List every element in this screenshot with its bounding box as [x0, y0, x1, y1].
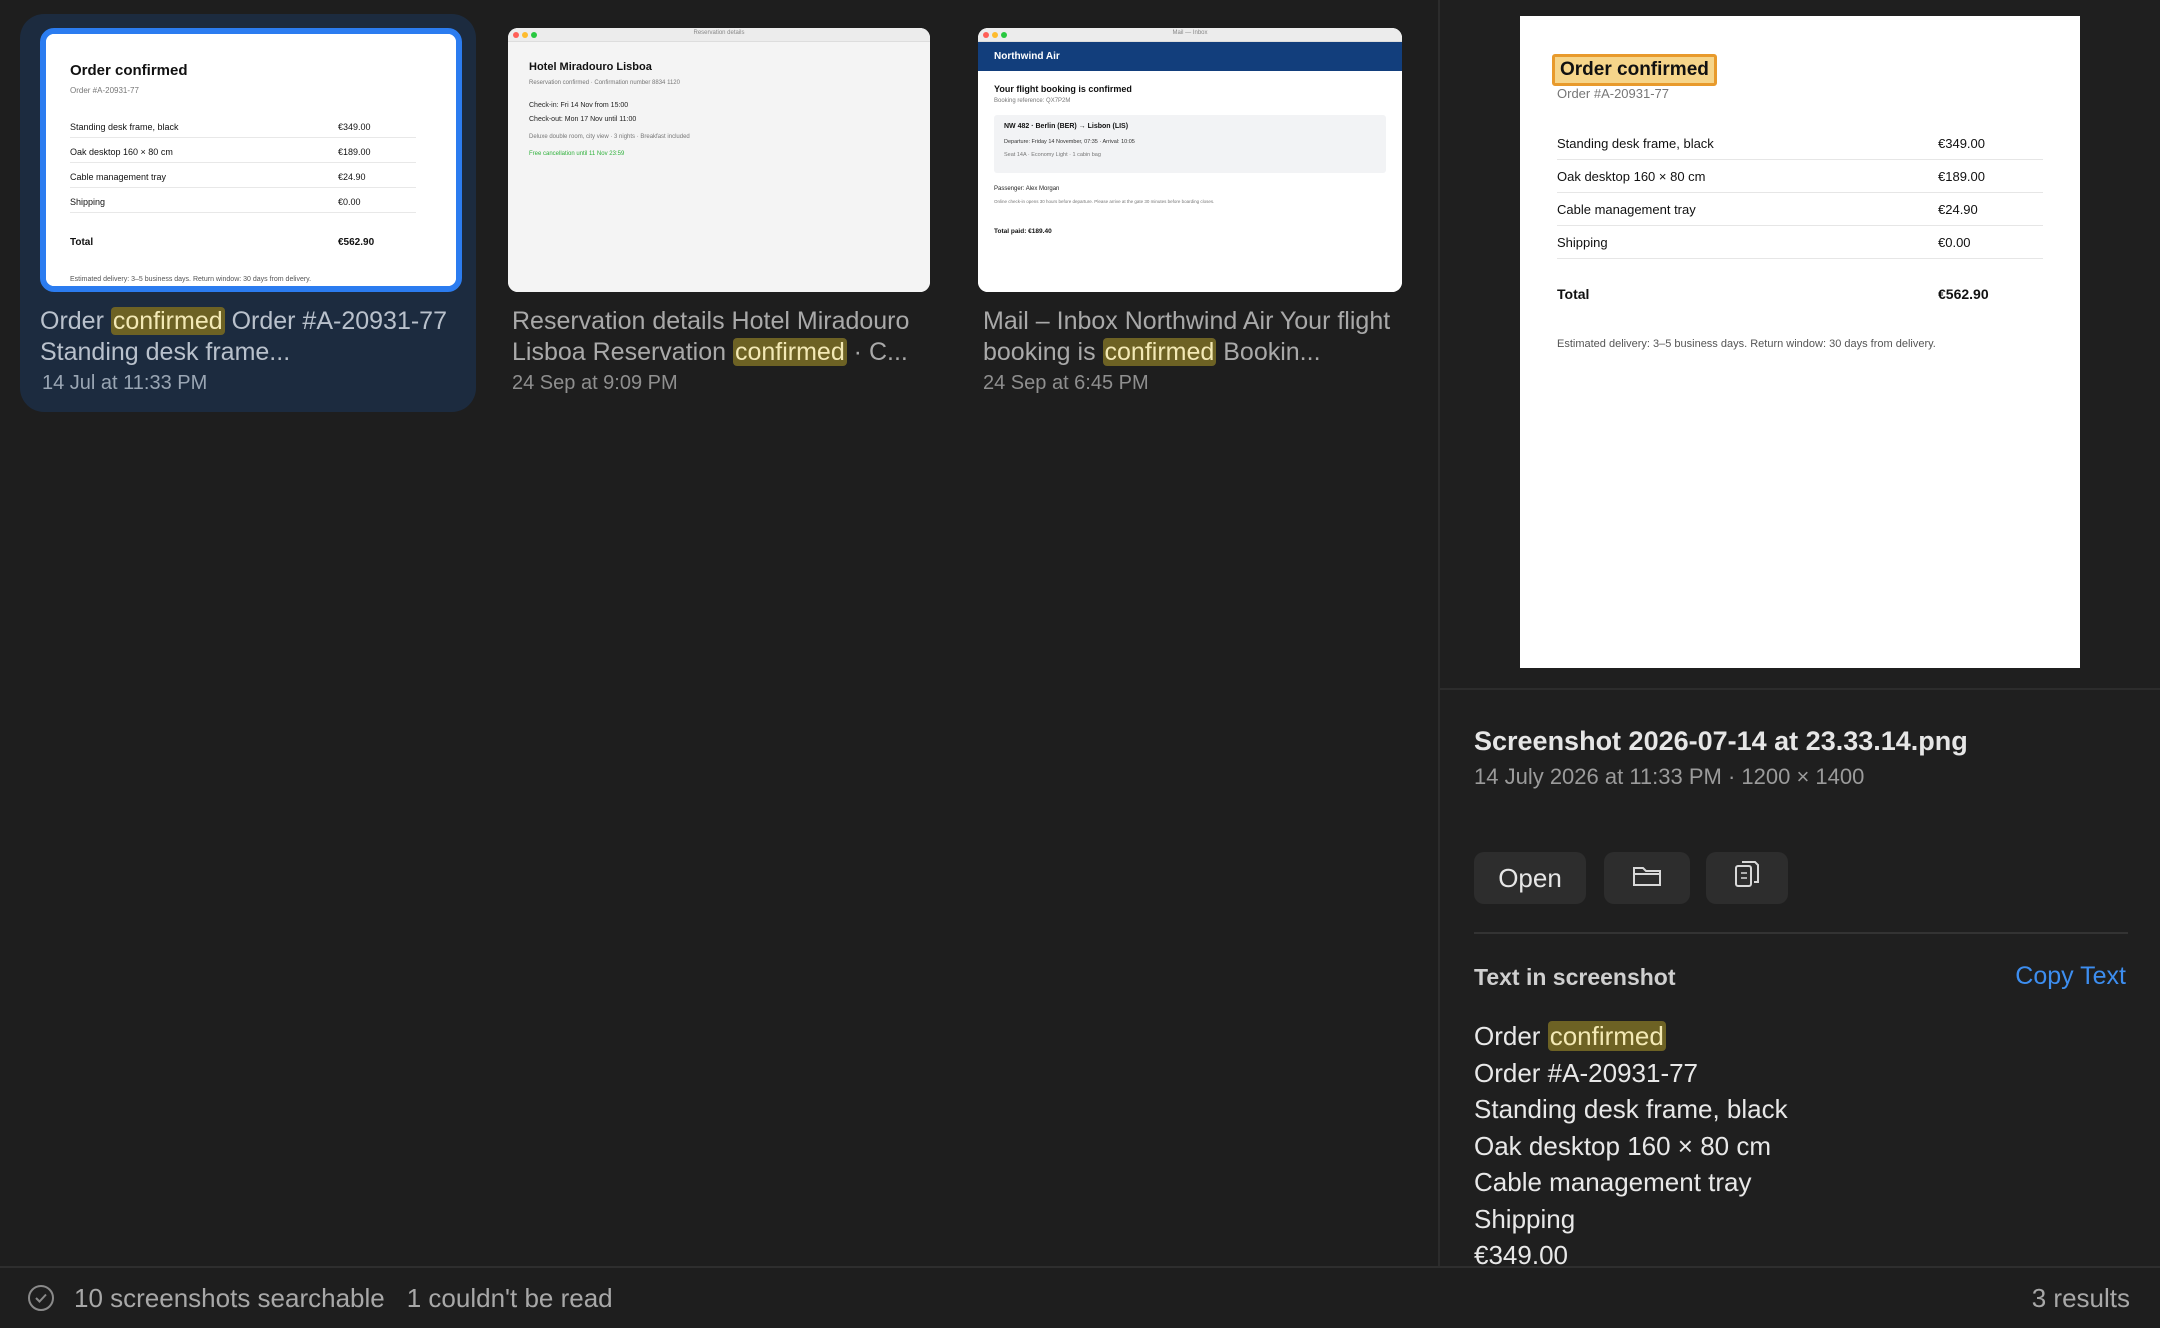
card-title: Order confirmed Order #A-20931-77 Standi… [40, 307, 447, 366]
preview-heading-highlight: Order confirmed [1552, 54, 1717, 86]
mini-checkin-note: Online check-in opens 30 hours before de… [994, 199, 1215, 204]
card-date: 24 Sep at 6:45 PM [983, 372, 1149, 394]
preview-row: Cable management tray €24.90 [1557, 202, 2043, 226]
mini-note: Estimated delivery: 3–5 business days. R… [70, 276, 312, 283]
mini-total: Total €562.90 [70, 237, 375, 248]
text-line: Standing desk frame, black [1474, 1094, 1788, 1124]
mini-heading: Order confirmed [70, 62, 188, 79]
text-line: Order confirmed [1474, 1021, 1666, 1051]
file-details: 14 July 2026 at 11:33 PM · 1200 × 1400 [1474, 764, 1865, 789]
thumbnail-order[interactable]: Order confirmed Order #A-20931-77 Standi… [40, 28, 462, 292]
recognized-text[interactable]: Order confirmed Order #A-20931-77 Standi… [1474, 1018, 1788, 1266]
text-line: Order #A-20931-77 [1474, 1057, 1699, 1088]
thumbnail-hotel[interactable]: Reservation details Hotel Miradouro Lisb… [508, 28, 930, 292]
screenshot-search-app: Order confirmed Order #A-20931-77 Standi… [0, 0, 2160, 1328]
results-count: 3 results [2031, 1282, 2130, 1313]
thumbnail-flight[interactable]: Mail — Inbox Northwind Air Your flight b… [978, 28, 1402, 292]
screenshot-preview[interactable]: Order confirmed Order #A-20931-77 Standi… [1520, 16, 2080, 668]
card-date: 24 Sep at 9:09 PM [512, 372, 678, 394]
copy-text-link[interactable]: Copy Text [2015, 962, 2126, 991]
copy-icon [1733, 859, 1761, 898]
mini-heading: Hotel Miradouro Lisboa [529, 61, 652, 73]
mini-subline: Reservation confirmed · Confirmation num… [529, 80, 680, 86]
preview-order-no: Order #A-20931-77 [1557, 86, 1670, 101]
mini-checkout: Check-out: Mon 17 Nov until 11:00 [529, 116, 637, 123]
mini-row: Shipping €0.00 [70, 197, 416, 213]
mini-heading: Your flight booking is confirmed [994, 84, 1132, 94]
mini-order-no: Order #A-20931-77 [70, 86, 139, 95]
mini-row: Standing desk frame, black €349.00 [70, 122, 416, 138]
divider [1474, 932, 2128, 934]
mini-passenger: Passenger: Alex Morgan [994, 186, 1060, 192]
file-name: Screenshot 2026-07-14 at 23.33.14.png [1474, 726, 1968, 756]
card-title: Mail – Inbox Northwind Air Your flight b… [983, 307, 1391, 366]
mini-checkin: Check-in: Fri 14 Nov from 15:00 [529, 102, 629, 109]
checkmark-circle-icon [28, 1285, 54, 1311]
result-card-hotel[interactable]: Reservation details Hotel Miradouro Lisb… [491, 14, 947, 412]
mini-flight-box: NW 482 · Berlin (BER) → Lisbon (LIS) Dep… [994, 115, 1386, 173]
mini-window-bar: Reservation details [508, 28, 930, 42]
mini-cancel: Free cancellation until 11 Nov 23:59 [529, 151, 625, 157]
mini-window-bar: Mail — Inbox [978, 28, 1402, 42]
text-line: Shipping [1474, 1203, 1576, 1234]
result-card-order[interactable]: Order confirmed Order #A-20931-77 Standi… [20, 14, 476, 412]
preview-row: Oak desktop 160 × 80 cm €189.00 [1557, 169, 2043, 193]
folder-icon [1632, 863, 1662, 894]
mini-total: Total paid: €189.40 [994, 228, 1052, 235]
searchable-count: 10 screenshots searchable [74, 1282, 385, 1313]
text-line: €349.00 [1474, 1240, 1568, 1266]
card-date: 14 Jul at 11:33 PM [42, 372, 208, 394]
mini-row: Cable management tray €24.90 [70, 172, 416, 188]
card-title: Reservation details Hotel Miradouro Lisb… [512, 307, 910, 366]
text-section-label: Text in screenshot [1474, 964, 1676, 990]
preview-area: Order confirmed Order #A-20931-77 Standi… [1440, 0, 2160, 690]
mini-brand-bar: Northwind Air [978, 42, 1402, 71]
preview-note: Estimated delivery: 3–5 business days. R… [1557, 338, 1936, 350]
preview-row: Standing desk frame, black €349.00 [1557, 136, 2043, 160]
preview-total: Total €562.90 [1557, 286, 1989, 302]
text-line: Oak desktop 160 × 80 cm [1474, 1130, 1772, 1161]
results-gallery: Order confirmed Order #A-20931-77 Standi… [0, 0, 1438, 1266]
mini-reference: Booking reference: QX7P2M [994, 98, 1071, 104]
inspector-panel: Order confirmed Order #A-20931-77 Standi… [1438, 0, 2160, 1266]
status-bar: 10 screenshots searchable 1 couldn't be … [0, 1266, 2160, 1328]
open-button[interactable]: Open [1474, 852, 1586, 904]
preview-row: Shipping €0.00 [1557, 235, 2043, 259]
mini-row: Oak desktop 160 × 80 cm €189.00 [70, 147, 416, 163]
copy-image-button[interactable] [1706, 852, 1788, 904]
mini-room: Deluxe double room, city view · 3 nights… [529, 134, 690, 140]
text-line: Cable management tray [1474, 1167, 1752, 1197]
unreadable-count: 1 couldn't be read [406, 1282, 613, 1313]
show-in-folder-button[interactable] [1604, 852, 1690, 904]
result-card-flight[interactable]: Mail — Inbox Northwind Air Your flight b… [962, 14, 1418, 412]
